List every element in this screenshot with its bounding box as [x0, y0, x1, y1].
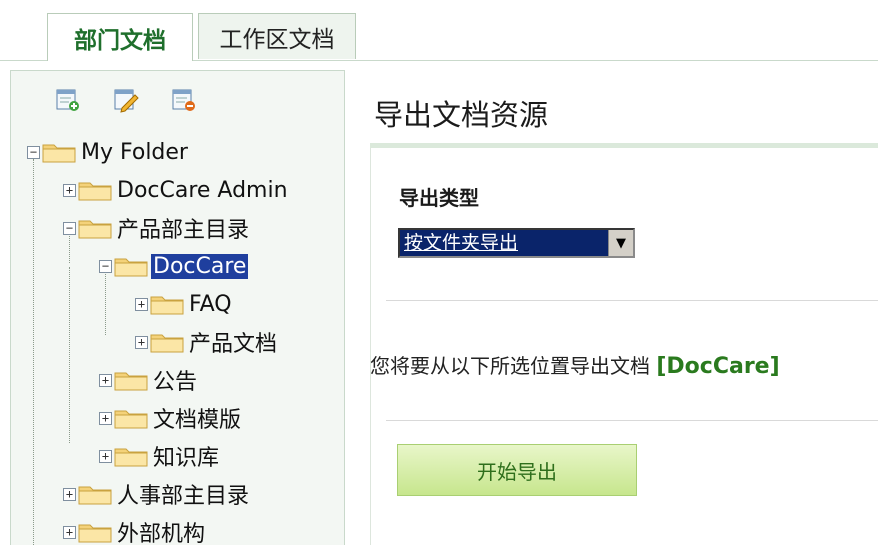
tree-node[interactable]: + FAQ	[135, 286, 234, 322]
expand-toggle-icon[interactable]: +	[63, 183, 76, 197]
export-type-select[interactable]: 按文件夹导出 ▼	[398, 228, 635, 258]
tree-node-label: 外部机构	[117, 522, 206, 545]
tree-node-label: 产品部主目录	[117, 218, 250, 243]
tab-bar: 部门文档 工作区文档	[0, 0, 878, 61]
tree-node[interactable]: + 公告	[99, 362, 199, 398]
tree-node[interactable]: + 人事部主目录	[63, 476, 251, 512]
dropdown-arrow-icon[interactable]: ▼	[608, 230, 633, 256]
tree-node-label: 知识库	[153, 446, 220, 471]
expand-toggle-icon[interactable]: +	[63, 487, 76, 501]
edit-document-icon[interactable]	[113, 87, 139, 113]
new-document-icon[interactable]	[55, 87, 81, 113]
folder-icon	[114, 448, 148, 467]
expand-toggle-icon[interactable]: +	[99, 449, 112, 463]
tree-node-label-selected: DocCare	[151, 253, 249, 279]
collapse-toggle-icon[interactable]: −	[99, 259, 112, 273]
expand-toggle-icon[interactable]: +	[99, 411, 112, 425]
folder-icon	[114, 372, 148, 391]
tree-node-label: DocCare Admin	[117, 177, 288, 203]
expand-toggle-icon[interactable]: +	[99, 373, 112, 387]
tree-node-label: 文档模版	[153, 408, 242, 433]
tree-node[interactable]: + 文档模版	[99, 400, 243, 436]
collapse-toggle-icon[interactable]: −	[63, 221, 76, 235]
tree-node[interactable]: − DocCare	[99, 248, 249, 284]
folder-icon	[150, 334, 184, 353]
form-divider	[386, 300, 878, 301]
tree-node[interactable]: − 产品部主目录	[63, 210, 251, 246]
tab-workspace-docs[interactable]: 工作区文档	[198, 13, 356, 59]
folder-open-icon	[78, 220, 112, 239]
tree-node-label: 公告	[153, 370, 198, 395]
collapse-toggle-icon[interactable]: −	[27, 145, 40, 159]
expand-toggle-icon[interactable]: +	[135, 297, 148, 311]
expand-toggle-icon[interactable]: +	[135, 335, 148, 349]
folder-open-icon	[114, 258, 148, 277]
expand-toggle-icon[interactable]: +	[63, 525, 76, 539]
folder-icon	[150, 296, 184, 315]
export-panel: 导出文档资源 导出类型 按文件夹导出 ▼ 您将要从以下所选位置导出文档 [Doc…	[370, 70, 878, 545]
tree-node[interactable]: + DocCare Admin	[63, 172, 290, 208]
export-location-path: [DocCare]	[656, 354, 780, 379]
tree-node-label: FAQ	[189, 291, 232, 317]
tree-node[interactable]: − My Folder	[27, 134, 190, 170]
folder-icon	[78, 524, 112, 543]
tree-guide-line	[33, 159, 34, 545]
start-export-button[interactable]: 开始导出	[397, 444, 637, 496]
tree-node[interactable]: + 产品文档	[135, 324, 279, 360]
tree-node[interactable]: + 知识库	[99, 438, 221, 474]
form-divider	[386, 420, 878, 421]
export-location-prefix: 您将要从以下所选位置导出文档	[370, 354, 657, 378]
folder-icon	[78, 486, 112, 505]
tab-department-docs[interactable]: 部门文档	[47, 13, 193, 61]
tree-node-label: 人事部主目录	[117, 484, 250, 509]
tree-node-label: My Folder	[81, 139, 188, 165]
folder-icon	[114, 410, 148, 429]
export-type-value: 按文件夹导出	[400, 230, 608, 256]
tree-node[interactable]: + 外部机构	[63, 514, 207, 545]
tree-node-label: 产品文档	[189, 332, 278, 357]
folder-open-icon	[42, 144, 76, 163]
tree-guide-line	[69, 267, 70, 443]
export-type-label: 导出类型	[399, 186, 479, 210]
folder-icon	[78, 182, 112, 201]
page-title: 导出文档资源	[374, 98, 549, 132]
delete-document-icon[interactable]	[171, 87, 197, 113]
export-location-text: 您将要从以下所选位置导出文档 [DocCare]	[370, 350, 780, 379]
folder-panel: − My Folder + DocCare Admin − 产品部主目录 − D…	[10, 70, 345, 545]
folder-toolbar	[11, 71, 344, 131]
